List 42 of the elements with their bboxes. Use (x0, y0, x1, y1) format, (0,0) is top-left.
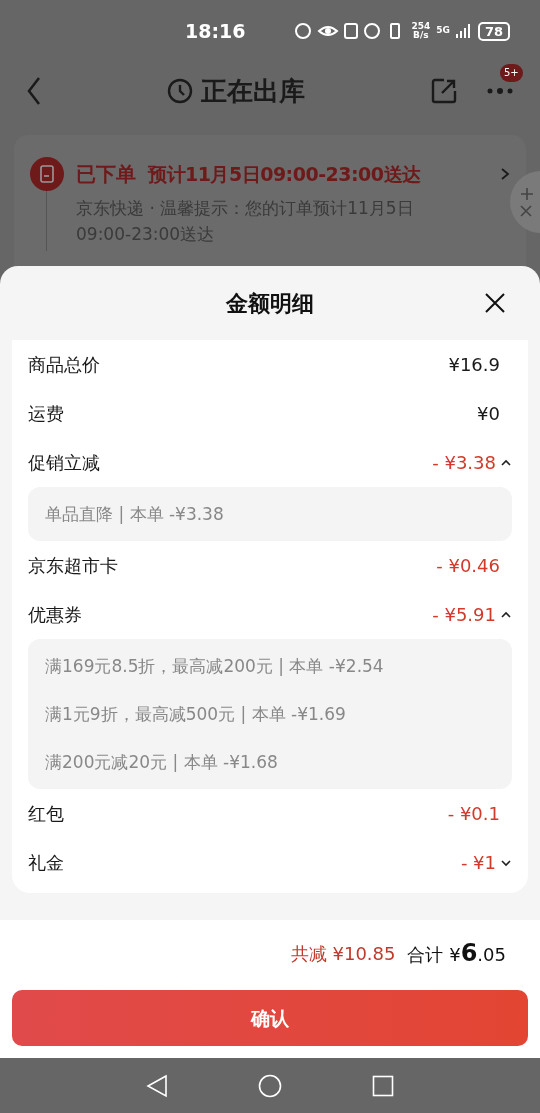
page-title: 正在出库 (201, 74, 305, 108)
row-label: 运费 (28, 402, 64, 426)
close-icon[interactable] (484, 292, 506, 314)
more-icon[interactable] (486, 86, 514, 96)
sheet-title: 金额明细 (226, 289, 314, 318)
row-label: 京东超市卡 (28, 554, 118, 578)
status-time: 18:16 (185, 18, 246, 44)
share-icon[interactable] (430, 77, 458, 105)
chevron-right-icon[interactable] (500, 167, 510, 181)
row-amount: ¥0 (477, 402, 500, 426)
clock-icon (167, 78, 193, 104)
notification-badge: 5+ (500, 64, 523, 82)
total-amount: 合计 ¥6.05 (407, 938, 506, 969)
detail-line: 满200元减20元 | 本单 -¥1.68 (45, 751, 279, 774)
detail-line: 满169元8.5折，最高减200元 | 本单 -¥2.54 (45, 655, 385, 678)
signal-icon (455, 24, 472, 38)
row-amount: - ¥3.38 (432, 451, 496, 475)
row-label: 红包 (28, 802, 64, 826)
network-speed: 254 (411, 22, 431, 31)
network-type: 5G (436, 23, 450, 37)
home-nav-icon[interactable] (258, 1073, 282, 1098)
row-amount: ¥16.9 (448, 353, 500, 377)
total-savings: 共减 ¥10.85 (290, 941, 396, 966)
back-nav-icon[interactable] (146, 1073, 168, 1098)
row-amount: - ¥0.1 (447, 802, 500, 826)
row-label: 商品总价 (28, 353, 100, 377)
confirm-button[interactable]: 确认 (12, 990, 528, 1046)
order-status: 已下单 (76, 161, 136, 188)
row-amount: - ¥1 (460, 851, 496, 875)
row-label: 礼金 (28, 851, 64, 875)
detail-line: 满1元9折，最高减500元 | 本单 -¥1.69 (45, 703, 347, 726)
detail-line: 单品直降 | 本单 -¥3.38 (45, 503, 225, 526)
battery-indicator: 78 (477, 21, 510, 41)
network-speed-unit: B/s (413, 31, 429, 40)
recents-nav-icon[interactable] (372, 1074, 394, 1097)
order-icon (30, 157, 64, 191)
row-label: 优惠券 (28, 603, 82, 627)
row-amount: - ¥5.91 (432, 603, 496, 627)
row-amount: - ¥0.46 (436, 554, 500, 578)
row-label: 促销立减 (28, 451, 100, 475)
delivery-eta: 预计11月5日09:00-23:00送达 (148, 161, 421, 187)
back-icon[interactable] (26, 76, 42, 106)
